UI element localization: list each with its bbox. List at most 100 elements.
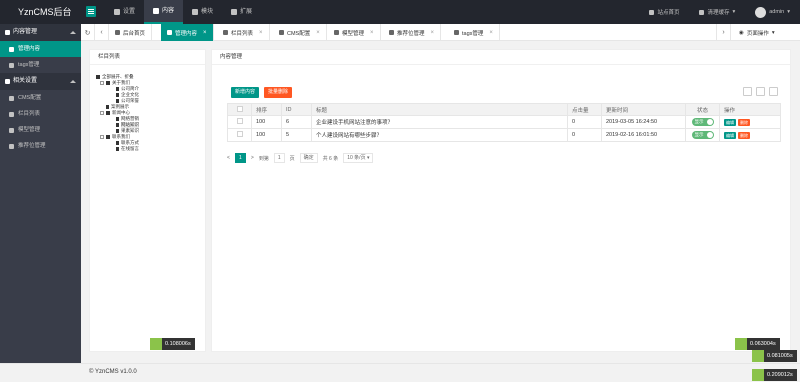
home-icon: [115, 30, 120, 35]
tab-cms-config[interactable]: CMS配置 ×: [273, 24, 327, 41]
caret-down-icon: ▾: [771, 29, 775, 36]
site-home-link[interactable]: 站点首页: [639, 8, 689, 16]
next-page-button[interactable]: >: [251, 155, 254, 161]
status-toggle[interactable]: 显示: [691, 131, 714, 139]
delete-button[interactable]: 删除: [738, 131, 750, 139]
sidebar-item-cms-config[interactable]: CMS配置: [0, 90, 81, 106]
tab-tags[interactable]: tags管理 ×: [448, 24, 500, 41]
brush-icon: [699, 9, 705, 15]
cell-sort[interactable]: 100: [251, 128, 282, 142]
pagination: < 1 > 到第 1 页 确定 共 6 条 10 条/页 ▾: [227, 153, 374, 163]
list-icon: [9, 111, 14, 117]
copyright-text: © YznCMS v1.0.0: [89, 369, 137, 375]
refresh-icon[interactable]: ↻: [81, 24, 95, 41]
cell-status: 显示: [685, 128, 720, 142]
sidebar-item-recommend[interactable]: 推荐位管理: [0, 138, 81, 154]
topnav-settings[interactable]: 设置: [105, 0, 144, 24]
select-all-checkbox[interactable]: [227, 103, 252, 116]
debug-timer[interactable]: 0.081005s: [752, 350, 797, 362]
tab-models[interactable]: 模型管理 ×: [328, 24, 381, 41]
cell-sort[interactable]: 100: [251, 115, 282, 129]
prev-page-button[interactable]: <: [227, 155, 230, 161]
tab-recommend[interactable]: 推荐位管理 ×: [383, 24, 442, 41]
sidebar-toggle-button[interactable]: [86, 6, 96, 17]
page-input[interactable]: 1: [273, 153, 285, 163]
add-content-button[interactable]: 新增内容: [231, 87, 260, 98]
gear-icon: [279, 30, 284, 35]
avatar: [755, 6, 767, 18]
chevron-left-icon[interactable]: ‹: [95, 24, 109, 41]
file-icon: [9, 46, 14, 52]
document-icon: [116, 93, 119, 97]
user-menu[interactable]: admin ▾: [745, 6, 800, 18]
minus-icon: [100, 111, 104, 115]
cell-actions: 编辑 删除: [719, 128, 781, 142]
edit-button[interactable]: 编辑: [724, 118, 736, 126]
puzzle-icon: [231, 9, 238, 15]
close-icon[interactable]: ×: [370, 30, 374, 36]
table-row: 100 6 企业建设手机网站注意的事项？ 0 2019-03-05 16:24:…: [227, 115, 781, 129]
table-row: 100 5 个人建设网站有哪些步骤？ 0 2019-02-16 16:01:50…: [227, 128, 781, 142]
close-icon[interactable]: ×: [316, 30, 320, 36]
column-header[interactable]: ID: [281, 103, 312, 116]
topnav-extensions[interactable]: 扩展: [222, 0, 261, 24]
column-header[interactable]: 标题: [311, 103, 568, 116]
sidebar-item-manage-content[interactable]: 管理内容: [0, 41, 81, 57]
bookmark-icon: [9, 143, 14, 149]
tab-manage-content[interactable]: 管理内容 ×: [161, 24, 214, 41]
sidebar-group-content[interactable]: 内容管理: [0, 24, 81, 41]
confirm-button[interactable]: 确定: [299, 153, 318, 163]
document-icon: [116, 87, 119, 91]
circle-icon: ◉: [739, 29, 744, 36]
tab-home[interactable]: 后台首页: [109, 24, 153, 41]
column-header[interactable]: 排序: [251, 103, 282, 116]
print-icon[interactable]: [769, 87, 778, 96]
sidebar-item-category-list[interactable]: 栏目列表: [0, 106, 81, 122]
debug-timer[interactable]: 0.063004s: [735, 338, 780, 350]
folder-icon: [106, 111, 110, 115]
sidebar-item-models[interactable]: 模型管理: [0, 122, 81, 138]
bookmark-icon: [389, 30, 394, 35]
gear-icon: [5, 79, 10, 84]
document-icon: [116, 117, 119, 121]
chevron-right-icon[interactable]: ›: [716, 24, 730, 41]
list-icon: [223, 30, 228, 35]
row-checkbox[interactable]: [227, 115, 252, 129]
page-operations-dropdown[interactable]: ◉ 页面操作 ▾: [730, 24, 800, 41]
document-icon: [116, 147, 119, 151]
folder-icon: [96, 75, 100, 79]
columns-filter-icon[interactable]: [743, 87, 752, 96]
status-toggle[interactable]: 显示: [691, 118, 714, 126]
sidebar-item-tags[interactable]: tags管理: [0, 57, 81, 73]
current-page[interactable]: 1: [234, 153, 246, 163]
sidebar: 内容管理 管理内容 tags管理 相关设置 CMS配置 栏目列表 模型管理 推荐…: [0, 24, 81, 363]
goto-label: 到第: [258, 155, 269, 162]
delete-button[interactable]: 删除: [738, 118, 750, 126]
close-icon[interactable]: ×: [431, 30, 435, 36]
sidebar-group-settings[interactable]: 相关设置: [0, 73, 81, 90]
tab-category-list[interactable]: 栏目列表 ×: [217, 24, 270, 41]
close-icon[interactable]: ×: [489, 30, 493, 36]
tree-node[interactable]: 在线留言: [96, 146, 139, 152]
header-right-nav: 站点首页 清理缓存 ▾ admin ▾: [639, 0, 800, 24]
column-header[interactable]: 状态: [685, 103, 720, 116]
batch-delete-button[interactable]: 批量删除: [264, 87, 293, 98]
close-icon[interactable]: ×: [203, 30, 207, 36]
gear-icon: [114, 9, 120, 15]
top-header: YznCMS后台 设置 内容 模块 扩展 站点首页 清理缓存 ▾ admin ▾: [0, 0, 800, 24]
logo-icon: [752, 369, 764, 381]
per-page-select[interactable]: 10 条/页 ▾: [343, 153, 374, 163]
column-header[interactable]: 点击量: [567, 103, 602, 116]
row-checkbox[interactable]: [227, 128, 252, 142]
file-icon: [167, 30, 172, 35]
edit-button[interactable]: 编辑: [724, 131, 736, 139]
export-icon[interactable]: [756, 87, 765, 96]
topnav-modules[interactable]: 模块: [183, 0, 222, 24]
debug-timer[interactable]: 0.209012s: [752, 369, 797, 381]
column-header[interactable]: 更新时间: [601, 103, 686, 116]
close-icon[interactable]: ×: [259, 30, 263, 36]
topnav-content[interactable]: 内容: [144, 0, 184, 24]
caret-down-icon: ▾: [732, 9, 736, 15]
debug-timer[interactable]: 0.108006s: [150, 338, 195, 350]
clear-cache-dropdown[interactable]: 清理缓存 ▾: [689, 8, 745, 16]
